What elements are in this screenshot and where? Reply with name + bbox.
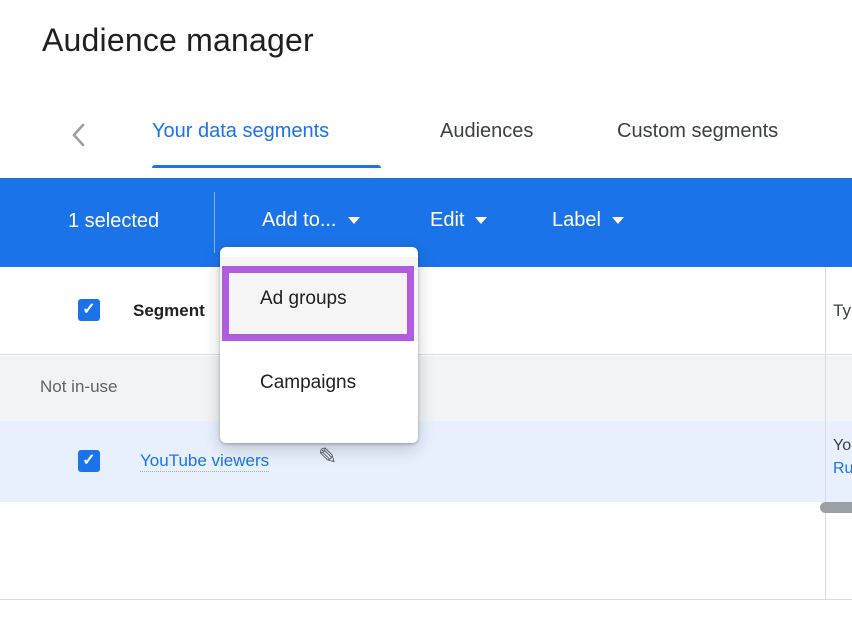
column-divider [825,267,826,599]
tab-custom-segments[interactable]: Custom segments [617,120,778,143]
selection-action-bar: 1 selected Add to... Edit Label [0,178,852,267]
row-type-cell: Yo Ru [833,434,852,480]
section-label: Not in-use [40,377,117,397]
add-to-dropdown-button[interactable]: Add to... [262,209,360,232]
segment-column-header: Segment [133,301,205,321]
menu-item-campaigns[interactable]: Campaigns [220,341,418,425]
tab-label: Audiences [440,120,533,142]
horizontal-scrollbar-thumb[interactable] [820,502,852,513]
segment-name-link[interactable]: YouTube viewers [140,451,269,472]
label-label: Label [552,209,601,232]
menu-item-ad-groups[interactable]: Ad groups [220,257,418,341]
table-bottom-border [0,599,852,600]
table-row-youtube-viewers: ✓ YouTube viewers ✎ Yo Ru [0,421,852,502]
section-row-not-in-use: Not in-use [0,356,852,421]
tab-label: Custom segments [617,120,778,142]
tab-label: Your data segments [152,120,329,142]
type-column-header: Ty [833,301,851,321]
add-to-dropdown-menu: Ad groups Campaigns [220,247,418,443]
active-tab-underline [152,165,381,168]
chevron-down-icon [348,217,360,224]
chevron-down-icon [612,217,624,224]
audience-manager-page: Audience manager Your data segments Audi… [0,0,852,642]
table-header-row: ✓ Segment Ty [0,267,852,355]
add-to-label: Add to... [262,209,337,232]
checkmark-icon: ✓ [82,302,95,318]
label-dropdown-button[interactable]: Label [552,209,624,232]
back-chevron-icon[interactable] [70,122,86,153]
select-all-checkbox[interactable]: ✓ [78,299,100,321]
checkmark-icon: ✓ [82,453,95,469]
edit-label: Edit [430,209,464,232]
action-bar-divider [214,192,215,253]
row-checkbox[interactable]: ✓ [78,450,100,472]
menu-item-label: Ad groups [260,288,347,310]
edit-dropdown-button[interactable]: Edit [430,209,487,232]
menu-item-label: Campaigns [260,372,356,394]
selected-count: 1 selected [68,210,159,233]
chevron-down-icon [475,217,487,224]
tab-audiences[interactable]: Audiences [440,120,533,143]
tab-your-data-segments[interactable]: Your data segments [152,120,329,143]
edit-pencil-icon[interactable]: ✎ [318,443,337,470]
type-line-2: Ru [833,457,852,480]
back-chevron-svg [70,122,86,148]
page-title: Audience manager [42,22,314,59]
type-line-1: Yo [833,434,852,457]
